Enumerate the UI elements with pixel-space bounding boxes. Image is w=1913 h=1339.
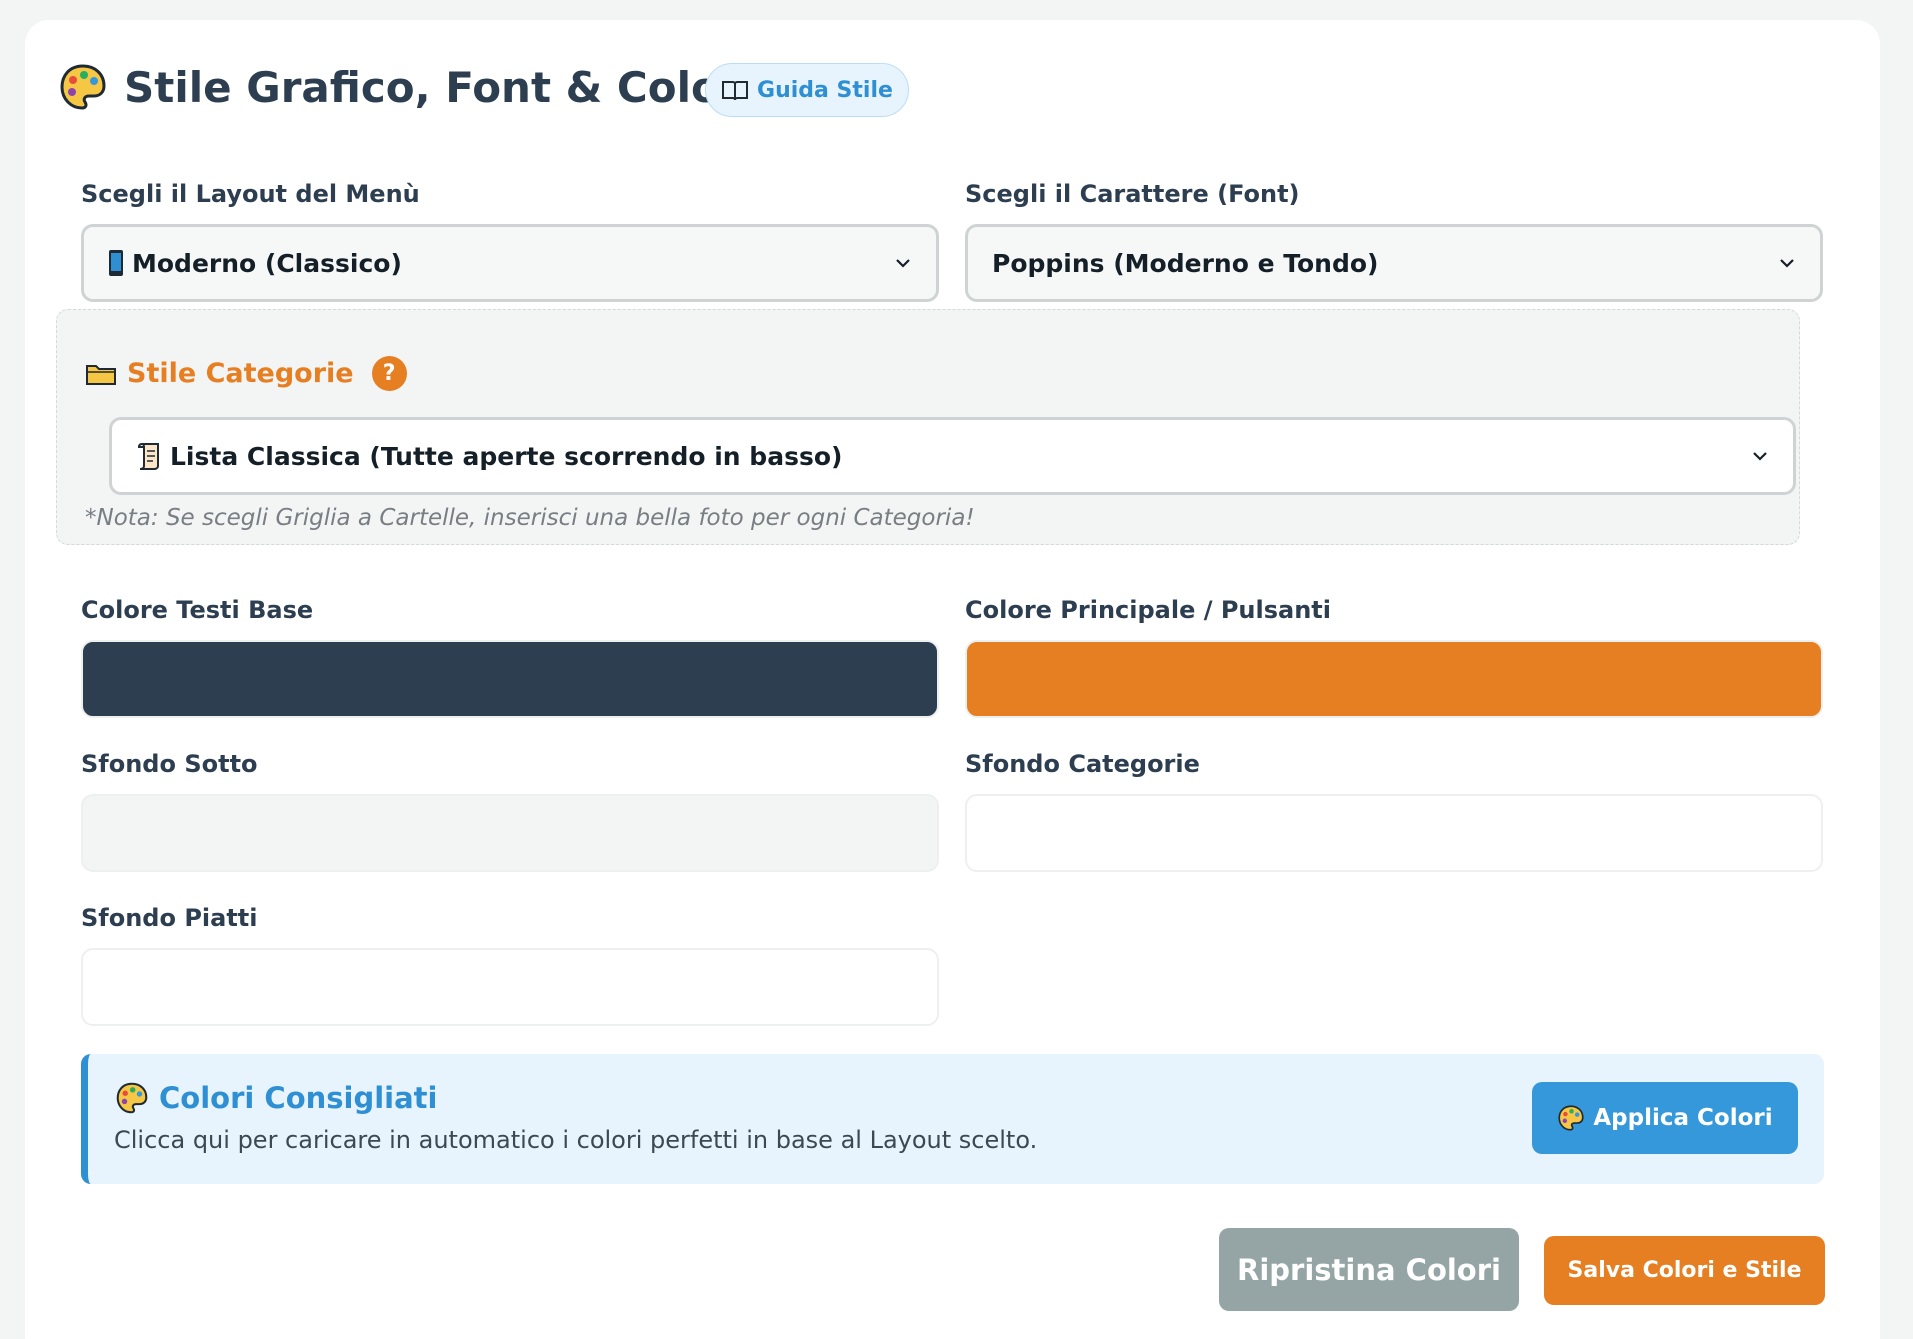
reset-colors-button[interactable]: Ripristina Colori: [1219, 1228, 1519, 1311]
bg-categories-color-input[interactable]: [965, 794, 1823, 872]
category-style-select[interactable]: Lista Classica (Tutte aperte scorrendo i…: [109, 417, 1796, 495]
save-style-button[interactable]: Salva Colori e Stile: [1544, 1236, 1825, 1305]
bg-bottom-color-input[interactable]: [81, 794, 939, 872]
bg-bottom-color-label: Sfondo Sotto: [81, 750, 258, 778]
chevron-down-icon: [1780, 259, 1794, 268]
chevron-down-icon: [1753, 452, 1767, 461]
folder-icon: [86, 364, 116, 385]
palette-icon: [116, 1082, 148, 1114]
help-icon[interactable]: ?: [371, 356, 407, 391]
category-style-select-value: Lista Classica (Tutte aperte scorrendo i…: [170, 441, 843, 471]
palette-icon: [1558, 1105, 1584, 1131]
text-base-color-input[interactable]: [81, 640, 939, 718]
style-guide-button[interactable]: Guida Stile: [705, 63, 909, 117]
primary-color-label: Colore Principale / Pulsanti: [965, 596, 1331, 624]
category-style-title-text: Stile Categorie: [127, 358, 354, 389]
style-guide-label: Guida Stile: [757, 77, 893, 103]
font-label: Scegli il Carattere (Font): [965, 180, 1300, 208]
scroll-icon: [137, 443, 159, 470]
category-style-note: *Nota: Se scegli Griglia a Cartelle, ins…: [85, 505, 975, 531]
bg-dishes-color-label: Sfondo Piatti: [81, 904, 258, 932]
layout-label: Scegli il Layout del Menù: [81, 180, 420, 208]
suggested-colors-title: Colori Consigliati: [115, 1081, 437, 1115]
font-select[interactable]: Poppins (Moderno e Tondo): [965, 224, 1823, 302]
chevron-down-icon: [896, 259, 910, 268]
bg-dishes-color-input[interactable]: [81, 948, 939, 1026]
apply-colors-button[interactable]: Applica Colori: [1532, 1082, 1798, 1154]
primary-color-input[interactable]: [965, 640, 1823, 718]
category-style-title: Stile Categorie ?: [85, 356, 407, 391]
layout-select[interactable]: Moderno (Classico): [81, 224, 939, 302]
suggested-colors-description: Clicca qui per caricare in automatico i …: [114, 1126, 1038, 1154]
page-title: Stile Grafico, Font & Colori: [58, 62, 755, 112]
text-base-color-label: Colore Testi Base: [81, 596, 314, 624]
bg-categories-color-label: Sfondo Categorie: [965, 750, 1200, 778]
layout-select-value: Moderno (Classico): [132, 248, 402, 278]
mobile-phone-icon: [109, 250, 123, 276]
font-select-value: Poppins (Moderno e Tondo): [992, 248, 1379, 278]
page-title-text: Stile Grafico, Font & Colori: [124, 62, 755, 112]
apply-colors-label: Applica Colori: [1593, 1105, 1773, 1131]
palette-icon: [60, 64, 106, 110]
suggested-colors-title-text: Colori Consigliati: [159, 1081, 438, 1115]
book-icon: [722, 81, 749, 101]
